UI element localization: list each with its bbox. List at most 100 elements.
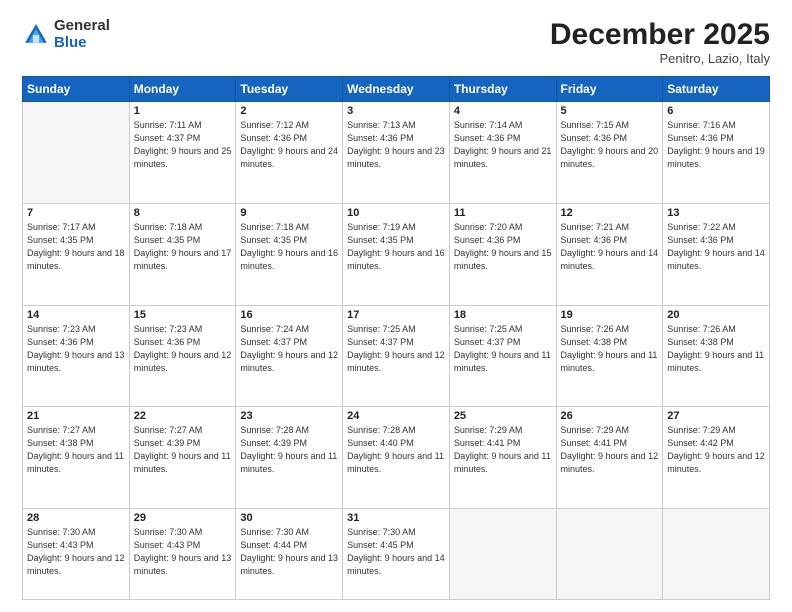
day-info: Sunrise: 7:12 AMSunset: 4:36 PMDaylight:…: [240, 119, 338, 171]
page: General Blue December 2025 Penitro, Lazi…: [0, 0, 792, 612]
table-row: 25 Sunrise: 7:29 AMSunset: 4:41 PMDayligh…: [449, 407, 556, 509]
logo: General Blue: [22, 18, 110, 51]
day-info: Sunrise: 7:28 AMSunset: 4:39 PMDaylight:…: [240, 424, 338, 476]
logo-text: General Blue: [54, 18, 110, 51]
table-row: 13 Sunrise: 7:22 AMSunset: 4:36 PMDayligh…: [663, 203, 770, 305]
table-row: 2 Sunrise: 7:12 AMSunset: 4:36 PMDaylight…: [236, 102, 343, 204]
table-row: 21 Sunrise: 7:27 AMSunset: 4:38 PMDayligh…: [23, 407, 130, 509]
table-row: 11Sunrise: 7:20 AMSunset: 4:36 PMDayligh…: [449, 203, 556, 305]
table-row: 10 Sunrise: 7:19 AMSunset: 4:35 PMDayligh…: [343, 203, 450, 305]
day-info: Sunrise: 7:30 AMSunset: 4:44 PMDaylight:…: [240, 526, 338, 578]
day-info: Sunrise: 7:24 AMSunset: 4:37 PMDaylight:…: [240, 323, 338, 375]
day-info: Sunrise: 7:18 AMSunset: 4:35 PMDaylight:…: [240, 221, 338, 273]
day-number: 19: [561, 309, 659, 321]
table-row: 26 Sunrise: 7:29 AMSunset: 4:41 PMDayligh…: [556, 407, 663, 509]
col-tuesday: Tuesday: [236, 77, 343, 102]
day-number: 29: [134, 512, 232, 524]
calendar-week-row: 28 Sunrise: 7:30 AMSunset: 4:43 PMDayligh…: [23, 509, 770, 600]
table-row: [663, 509, 770, 600]
table-row: 24 Sunrise: 7:28 AMSunset: 4:40 PMDayligh…: [343, 407, 450, 509]
day-number: 9: [240, 207, 338, 219]
day-info: Sunrise: 7:11 AMSunset: 4:37 PMDaylight:…: [134, 119, 232, 171]
table-row: 15 Sunrise: 7:23 AMSunset: 4:36 PMDayligh…: [129, 305, 236, 407]
table-row: 8Sunrise: 7:18 AMSunset: 4:35 PMDaylight…: [129, 203, 236, 305]
table-row: 1 Sunrise: 7:11 AMSunset: 4:37 PMDaylight…: [129, 102, 236, 204]
calendar-week-row: 14Sunrise: 7:23 AMSunset: 4:36 PMDayligh…: [23, 305, 770, 407]
day-info: Sunrise: 7:29 AMSunset: 4:42 PMDaylight:…: [667, 424, 765, 476]
day-number: 28: [27, 512, 125, 524]
table-row: 4 Sunrise: 7:14 AMSunset: 4:36 PMDaylight…: [449, 102, 556, 204]
day-info: Sunrise: 7:30 AMSunset: 4:43 PMDaylight:…: [134, 526, 232, 578]
day-number: 7: [27, 207, 125, 219]
day-number: 20: [667, 309, 765, 321]
col-monday: Monday: [129, 77, 236, 102]
day-number: 15: [134, 309, 232, 321]
day-number: 2: [240, 105, 338, 117]
table-row: 28 Sunrise: 7:30 AMSunset: 4:43 PMDayligh…: [23, 509, 130, 600]
day-info: Sunrise: 7:29 AMSunset: 4:41 PMDaylight:…: [561, 424, 659, 476]
calendar-week-row: 1 Sunrise: 7:11 AMSunset: 4:37 PMDaylight…: [23, 102, 770, 204]
day-info: Sunrise: 7:26 AMSunset: 4:38 PMDaylight:…: [667, 323, 765, 375]
day-number: 22: [134, 410, 232, 422]
col-wednesday: Wednesday: [343, 77, 450, 102]
day-info: Sunrise: 7:15 AMSunset: 4:36 PMDaylight:…: [561, 119, 659, 171]
title-block: December 2025 Penitro, Lazio, Italy: [550, 18, 770, 66]
calendar-table: Sunday Monday Tuesday Wednesday Thursday…: [22, 76, 770, 600]
table-row: 19 Sunrise: 7:26 AMSunset: 4:38 PMDayligh…: [556, 305, 663, 407]
table-row: 29 Sunrise: 7:30 AMSunset: 4:43 PMDayligh…: [129, 509, 236, 600]
day-number: 10: [347, 207, 445, 219]
calendar-week-row: 21 Sunrise: 7:27 AMSunset: 4:38 PMDayligh…: [23, 407, 770, 509]
day-info: Sunrise: 7:26 AMSunset: 4:38 PMDaylight:…: [561, 323, 659, 375]
day-number: 21: [27, 410, 125, 422]
table-row: 17 Sunrise: 7:25 AMSunset: 4:37 PMDayligh…: [343, 305, 450, 407]
day-info: Sunrise: 7:30 AMSunset: 4:43 PMDaylight:…: [27, 526, 125, 578]
day-number: 26: [561, 410, 659, 422]
day-number: 30: [240, 512, 338, 524]
table-row: 27 Sunrise: 7:29 AMSunset: 4:42 PMDayligh…: [663, 407, 770, 509]
day-info: Sunrise: 7:27 AMSunset: 4:39 PMDaylight:…: [134, 424, 232, 476]
day-number: 13: [667, 207, 765, 219]
day-number: 25: [454, 410, 552, 422]
table-row: 16Sunrise: 7:24 AMSunset: 4:37 PMDayligh…: [236, 305, 343, 407]
day-number: 27: [667, 410, 765, 422]
day-info: Sunrise: 7:27 AMSunset: 4:38 PMDaylight:…: [27, 424, 125, 476]
table-row: 31 Sunrise: 7:30 AMSunset: 4:45 PMDayligh…: [343, 509, 450, 600]
calendar-week-row: 7 Sunrise: 7:17 AMSunset: 4:35 PMDaylight…: [23, 203, 770, 305]
col-friday: Friday: [556, 77, 663, 102]
table-row: 3Sunrise: 7:13 AMSunset: 4:36 PMDaylight…: [343, 102, 450, 204]
day-info: Sunrise: 7:23 AMSunset: 4:36 PMDaylight:…: [27, 323, 125, 375]
day-info: Sunrise: 7:21 AMSunset: 4:36 PMDaylight:…: [561, 221, 659, 273]
table-row: 30 Sunrise: 7:30 AMSunset: 4:44 PMDayligh…: [236, 509, 343, 600]
col-saturday: Saturday: [663, 77, 770, 102]
day-number: 4: [454, 105, 552, 117]
day-number: 31: [347, 512, 445, 524]
day-number: 5: [561, 105, 659, 117]
table-row: 6Sunrise: 7:16 AMSunset: 4:36 PMDaylight…: [663, 102, 770, 204]
table-row: [556, 509, 663, 600]
day-number: 18: [454, 309, 552, 321]
day-info: Sunrise: 7:14 AMSunset: 4:36 PMDaylight:…: [454, 119, 552, 171]
day-info: Sunrise: 7:29 AMSunset: 4:41 PMDaylight:…: [454, 424, 552, 476]
day-number: 12: [561, 207, 659, 219]
day-number: 8: [134, 207, 232, 219]
day-number: 17: [347, 309, 445, 321]
day-info: Sunrise: 7:22 AMSunset: 4:36 PMDaylight:…: [667, 221, 765, 273]
day-number: 1: [134, 105, 232, 117]
day-number: 23: [240, 410, 338, 422]
table-row: [23, 102, 130, 204]
day-info: Sunrise: 7:19 AMSunset: 4:35 PMDaylight:…: [347, 221, 445, 273]
day-info: Sunrise: 7:23 AMSunset: 4:36 PMDaylight:…: [134, 323, 232, 375]
day-number: 24: [347, 410, 445, 422]
table-row: 18Sunrise: 7:25 AMSunset: 4:37 PMDayligh…: [449, 305, 556, 407]
table-row: 20 Sunrise: 7:26 AMSunset: 4:38 PMDayligh…: [663, 305, 770, 407]
col-sunday: Sunday: [23, 77, 130, 102]
table-row: [449, 509, 556, 600]
day-info: Sunrise: 7:17 AMSunset: 4:35 PMDaylight:…: [27, 221, 125, 273]
table-row: 14Sunrise: 7:23 AMSunset: 4:36 PMDayligh…: [23, 305, 130, 407]
day-info: Sunrise: 7:28 AMSunset: 4:40 PMDaylight:…: [347, 424, 445, 476]
logo-blue: Blue: [54, 34, 87, 51]
day-info: Sunrise: 7:25 AMSunset: 4:37 PMDaylight:…: [347, 323, 445, 375]
day-info: Sunrise: 7:30 AMSunset: 4:45 PMDaylight:…: [347, 526, 445, 578]
calendar-header-row: Sunday Monday Tuesday Wednesday Thursday…: [23, 77, 770, 102]
logo-general: General: [54, 17, 110, 34]
